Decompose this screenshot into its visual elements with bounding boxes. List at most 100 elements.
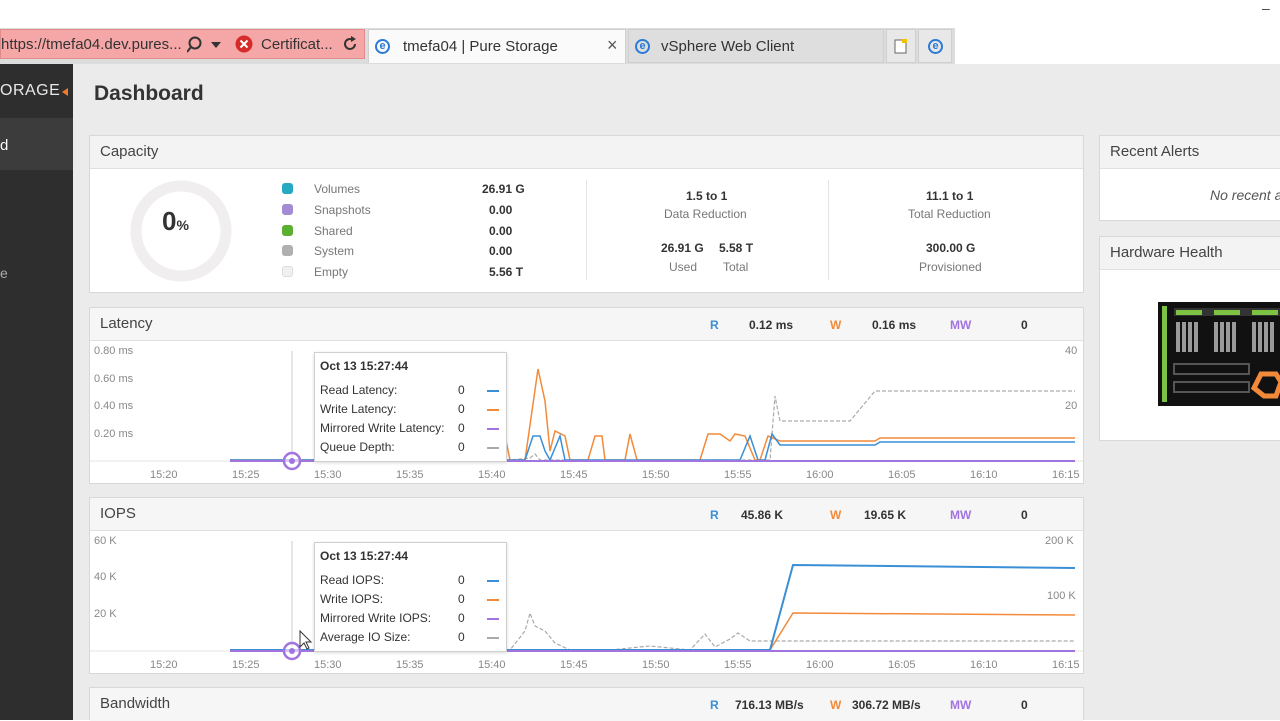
x-tick: 15:45 bbox=[560, 469, 588, 481]
new-tab-icon bbox=[894, 39, 907, 54]
no-alerts-text: No recent a bbox=[1210, 187, 1280, 203]
minimize-icon[interactable]: – bbox=[1262, 0, 1270, 16]
storage-array-image[interactable] bbox=[1158, 302, 1280, 406]
alerts-header: Recent Alerts bbox=[1100, 136, 1280, 169]
brand-logo: ORAGE bbox=[0, 82, 61, 99]
refresh-icon[interactable] bbox=[342, 36, 358, 52]
panel-title: IOPS bbox=[100, 505, 136, 522]
tooltip-value: 0 bbox=[458, 573, 465, 587]
capacity-panel: Capacity 0% Volumes 26.91 G Snapshots 0.… bbox=[89, 135, 1084, 293]
tab-label: vSphere Web Client bbox=[661, 38, 795, 55]
read-swatch bbox=[487, 390, 499, 392]
hardware-header: Hardware Health bbox=[1100, 237, 1280, 270]
x-tick: 15:40 bbox=[478, 659, 506, 671]
x-tick: 15:30 bbox=[314, 469, 342, 481]
legend-label: Volumes bbox=[314, 182, 361, 196]
write-value: 0.16 ms bbox=[872, 318, 917, 332]
panel-title: Hardware Health bbox=[1110, 244, 1223, 261]
address-url[interactable]: https://tmefa04.dev.pures... bbox=[1, 36, 182, 53]
io-size-swatch bbox=[487, 637, 499, 639]
legend-value: 0.00 bbox=[489, 224, 513, 238]
tooltip-value: 0 bbox=[458, 592, 465, 606]
latency-chart[interactable] bbox=[90, 341, 1083, 483]
tooltip-value: 0 bbox=[458, 440, 465, 454]
edge-icon: e bbox=[928, 39, 943, 54]
chevron-down-icon[interactable] bbox=[211, 42, 221, 48]
tooltip-label: Mirrored Write IOPS: bbox=[320, 611, 432, 625]
read-swatch bbox=[487, 580, 499, 582]
iops-tooltip: Oct 13 15:27:44 Read IOPS: 0 Write IOPS:… bbox=[314, 542, 507, 652]
write-swatch bbox=[487, 599, 499, 601]
read-value: 0.12 ms bbox=[749, 318, 794, 332]
tab-pure-storage[interactable]: e tmefa04 | Pure Storage × bbox=[368, 29, 626, 63]
x-tick: 16:05 bbox=[888, 469, 916, 481]
read-label: R bbox=[710, 318, 719, 332]
queue-swatch bbox=[487, 447, 499, 449]
x-tick: 16:10 bbox=[970, 469, 998, 481]
x-tick: 15:35 bbox=[396, 659, 424, 671]
total-reduction-value: 11.1 to 1 bbox=[926, 189, 974, 203]
tooltip-value: 0 bbox=[458, 630, 465, 644]
new-tab-button[interactable] bbox=[886, 29, 916, 63]
x-tick: 15:55 bbox=[724, 659, 752, 671]
read-label: R bbox=[710, 698, 719, 712]
write-swatch bbox=[487, 409, 499, 411]
tooltip-label: Read IOPS: bbox=[320, 573, 385, 587]
x-tick: 16:05 bbox=[888, 659, 916, 671]
certificate-error-icon[interactable] bbox=[235, 35, 253, 53]
data-reduction-label: Data Reduction bbox=[664, 207, 747, 221]
x-tick: 15:50 bbox=[642, 659, 670, 671]
iops-chart[interactable] bbox=[90, 531, 1083, 673]
tooltip-label: Write IOPS: bbox=[320, 592, 384, 606]
recent-alerts-panel: Recent Alerts No recent a bbox=[1099, 135, 1280, 221]
bandwidth-panel: Bandwidth R 716.13 MB/s W 306.72 MB/s MW… bbox=[89, 687, 1084, 721]
tooltip-value: 0 bbox=[458, 402, 465, 416]
tab-vsphere[interactable]: e vSphere Web Client bbox=[628, 29, 884, 63]
panel-title: Bandwidth bbox=[100, 695, 171, 712]
latency-header: Latency R 0.12 ms W 0.16 ms MW 0 bbox=[90, 308, 1083, 341]
empty-color-swatch bbox=[282, 266, 293, 277]
mirrored-write-value: 0 bbox=[1021, 698, 1028, 712]
data-reduction-value: 1.5 to 1 bbox=[686, 189, 728, 203]
ie-icon: e bbox=[375, 39, 390, 54]
shared-color-swatch bbox=[282, 225, 293, 236]
address-bar[interactable]: https://tmefa04.dev.pures... Certificat.… bbox=[0, 29, 365, 59]
mirrored-swatch bbox=[487, 428, 499, 430]
edge-button[interactable]: e bbox=[918, 29, 952, 63]
tooltip-time: Oct 13 15:27:44 bbox=[320, 549, 409, 563]
tooltip-label: Write Latency: bbox=[320, 402, 397, 416]
collapse-sidebar-icon[interactable] bbox=[62, 88, 68, 96]
mirrored-swatch bbox=[487, 618, 499, 620]
mirrored-write-label: MW bbox=[950, 508, 972, 522]
latency-tooltip: Oct 13 15:27:44 Read Latency: 0 Write La… bbox=[314, 352, 507, 462]
snapshots-color-swatch bbox=[282, 204, 293, 215]
sidebar-item-dashboard[interactable]: d bbox=[0, 118, 73, 170]
mirrored-write-label: MW bbox=[950, 318, 972, 332]
legend-value: 0.00 bbox=[489, 203, 513, 217]
write-label: W bbox=[830, 508, 842, 522]
x-tick: 15:25 bbox=[232, 659, 260, 671]
latency-panel: Latency R 0.12 ms W 0.16 ms MW 0 0.80 ms… bbox=[89, 307, 1084, 484]
sidebar-item-storage[interactable]: e bbox=[0, 265, 8, 281]
certificate-error-label[interactable]: Certificat... bbox=[261, 36, 333, 53]
used-value: 26.91 G bbox=[661, 241, 704, 255]
page-title: Dashboard bbox=[94, 82, 204, 105]
volumes-color-swatch bbox=[282, 183, 293, 194]
x-tick: 15:50 bbox=[642, 469, 670, 481]
close-tab-icon[interactable]: × bbox=[607, 35, 618, 56]
provisioned-value: 300.00 G bbox=[926, 241, 976, 255]
iops-panel: IOPS R 45.86 K W 19.65 K MW 0 60 K 40 K … bbox=[89, 497, 1084, 674]
x-tick: 15:45 bbox=[560, 659, 588, 671]
divider bbox=[828, 180, 829, 280]
panel-title: Capacity bbox=[100, 143, 159, 160]
system-color-swatch bbox=[282, 245, 293, 256]
write-label: W bbox=[830, 698, 842, 712]
total-reduction-label: Total Reduction bbox=[908, 207, 991, 221]
x-tick: 16:15 bbox=[1052, 659, 1080, 671]
legend-value: 0.00 bbox=[489, 244, 513, 258]
tooltip-label: Queue Depth: bbox=[320, 440, 395, 454]
divider bbox=[586, 180, 587, 280]
tooltip-label: Read Latency: bbox=[320, 383, 398, 397]
search-icon[interactable] bbox=[187, 36, 205, 54]
tooltip-value: 0 bbox=[458, 611, 465, 625]
